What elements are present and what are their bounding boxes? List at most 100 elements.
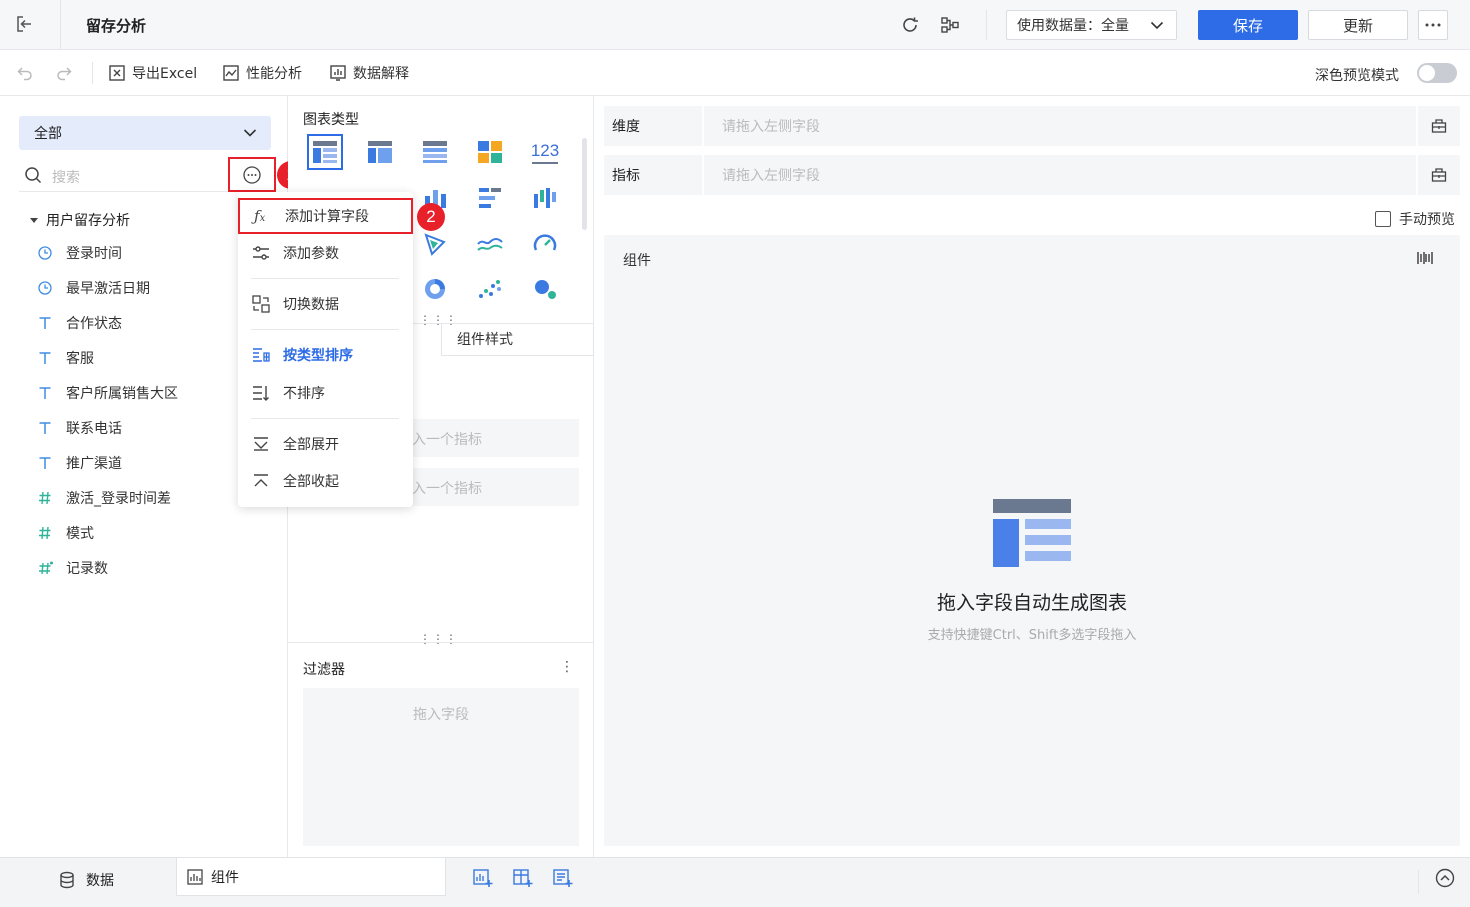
resize-handle[interactable]: ⋮⋮⋮ bbox=[419, 632, 458, 646]
field-label: 模式 bbox=[66, 525, 94, 542]
metric-settings-icon[interactable] bbox=[1418, 167, 1460, 183]
menu-item-label: 按类型排序 bbox=[283, 348, 353, 364]
dimension-row: 维度 请拖入左侧字段 bbox=[604, 106, 1460, 146]
dashboard-card-icon bbox=[478, 141, 502, 163]
field-more-button[interactable] bbox=[228, 157, 276, 192]
text-type-icon bbox=[38, 456, 52, 470]
number-type-icon bbox=[38, 491, 52, 505]
record-count-icon bbox=[38, 561, 53, 575]
dataset-select[interactable]: 全部 bbox=[19, 116, 271, 150]
collapse-up-icon[interactable] bbox=[1435, 868, 1455, 888]
menu-item-switch-data[interactable]: 切换数据 bbox=[238, 286, 413, 322]
chart-type-dashboard[interactable] bbox=[472, 134, 508, 170]
more-dots-icon bbox=[1425, 23, 1441, 27]
menu-item-label: 不排序 bbox=[283, 386, 325, 402]
chart-type-gauge[interactable] bbox=[527, 226, 563, 262]
chart-type-radar[interactable] bbox=[417, 226, 453, 262]
chart-type-waterfall[interactable] bbox=[527, 180, 563, 216]
redo-icon[interactable] bbox=[55, 64, 73, 82]
field-label: 合作状态 bbox=[66, 315, 122, 332]
chart-type-horizontal-bar[interactable] bbox=[472, 180, 508, 216]
export-excel-label: 导出Excel bbox=[132, 66, 198, 82]
dimension-settings-icon[interactable] bbox=[1418, 118, 1460, 134]
metric-drop-zone[interactable]: 请拖入左侧字段 bbox=[704, 165, 1416, 185]
tab-component[interactable]: 组件 bbox=[176, 858, 446, 896]
barcode-icon[interactable] bbox=[1416, 249, 1434, 267]
chart-type-cross-table[interactable] bbox=[417, 134, 453, 170]
number-chart-underline bbox=[532, 161, 558, 164]
update-button[interactable]: 更新 bbox=[1308, 10, 1408, 40]
divider bbox=[288, 642, 594, 643]
field-group-header[interactable]: 用户留存分析 bbox=[30, 210, 130, 230]
chart-type-detail-table[interactable] bbox=[307, 134, 343, 170]
add-component-icon[interactable] bbox=[473, 868, 493, 888]
filter-more-icon[interactable]: ⋮ bbox=[560, 659, 574, 675]
data-explain-button[interactable]: 数据解释 bbox=[329, 63, 409, 83]
excel-icon bbox=[109, 65, 125, 81]
number-type-icon bbox=[38, 526, 52, 540]
database-icon bbox=[60, 871, 74, 889]
field-options-menu: ƒx 添加计算字段 添加参数 切换数据 按类型排序 不排序 全部展开 全部收起 bbox=[238, 192, 413, 507]
search-input[interactable]: 搜索 bbox=[52, 167, 80, 187]
dark-preview-label: 深色预览模式 bbox=[1315, 68, 1399, 84]
filter-label: 过滤器 bbox=[303, 662, 345, 678]
chart-type-scatter[interactable] bbox=[472, 271, 508, 307]
add-cross-table-icon[interactable] bbox=[513, 868, 533, 888]
dataset-select-label: 全部 bbox=[34, 126, 62, 142]
table-chart-icon bbox=[313, 141, 337, 163]
menu-item-sort-by-type[interactable]: 按类型排序 bbox=[238, 337, 413, 373]
lineage-icon[interactable] bbox=[939, 14, 961, 36]
field-item[interactable]: 模式 bbox=[0, 515, 288, 550]
chart-type-number[interactable]: 123 bbox=[527, 134, 563, 170]
tab-data-label: 数据 bbox=[86, 873, 114, 889]
data-explain-label: 数据解释 bbox=[353, 66, 409, 82]
text-type-icon bbox=[38, 386, 52, 400]
more-options-button[interactable] bbox=[1418, 10, 1448, 40]
chart-type-bubble[interactable] bbox=[527, 271, 563, 307]
tab-component-style[interactable]: 组件样式 bbox=[441, 323, 594, 356]
table-placeholder-icon bbox=[993, 499, 1071, 567]
undo-icon[interactable] bbox=[16, 64, 34, 82]
clock-icon bbox=[38, 245, 52, 260]
chart-type-group-table[interactable] bbox=[362, 134, 398, 170]
chart-type-pie[interactable] bbox=[417, 271, 453, 307]
expand-all-icon bbox=[254, 437, 268, 451]
exit-icon[interactable] bbox=[14, 14, 34, 34]
save-button[interactable]: 保存 bbox=[1198, 10, 1298, 40]
field-group-label: 用户留存分析 bbox=[46, 213, 130, 229]
export-excel-button[interactable]: 导出Excel bbox=[108, 63, 197, 83]
menu-item-add-calculated-field[interactable]: ƒx 添加计算字段 bbox=[238, 198, 413, 234]
collapse-all-icon bbox=[254, 474, 268, 487]
gauge-icon bbox=[533, 234, 557, 251]
tab-data[interactable]: 数据 bbox=[58, 870, 114, 890]
performance-analysis-button[interactable]: 性能分析 bbox=[222, 63, 302, 83]
field-item[interactable]: 记录数 bbox=[0, 550, 288, 585]
dimension-drop-zone[interactable]: 请拖入左侧字段 bbox=[704, 116, 1416, 136]
data-volume-select[interactable]: 使用数据量：全量 bbox=[1006, 10, 1177, 40]
dark-preview-toggle[interactable] bbox=[1417, 63, 1457, 83]
filter-placeholder: 拖入字段 bbox=[413, 707, 469, 723]
metric-drop-hint: 入一个指标 bbox=[412, 481, 482, 497]
add-table-icon[interactable] bbox=[553, 868, 573, 888]
empty-state-title: 拖入字段自动生成图表 bbox=[936, 592, 1127, 614]
menu-item-no-sort[interactable]: 不排序 bbox=[238, 375, 413, 411]
number-chart-label: 123 bbox=[530, 140, 560, 160]
clock-icon bbox=[38, 280, 52, 295]
field-label: 最早激活日期 bbox=[66, 280, 150, 297]
area-chart-icon bbox=[477, 238, 503, 251]
manual-preview-checkbox[interactable]: 手动预览 bbox=[1375, 209, 1455, 229]
filter-drop-zone[interactable]: 拖入字段 bbox=[303, 688, 579, 846]
menu-item-label: 添加计算字段 bbox=[285, 209, 369, 225]
menu-item-expand-all[interactable]: 全部展开 bbox=[238, 426, 413, 462]
refresh-icon[interactable] bbox=[899, 14, 921, 36]
empty-state-subtitle: 支持快捷键Ctrl、Shift多选字段拖入 bbox=[927, 628, 1137, 643]
menu-item-collapse-all[interactable]: 全部收起 bbox=[238, 463, 413, 499]
scrollbar[interactable] bbox=[582, 138, 587, 230]
field-label: 客服 bbox=[66, 350, 94, 367]
chart-type-area[interactable] bbox=[472, 226, 508, 262]
toolbar: 导出Excel 性能分析 数据解释 深色预览模式 bbox=[0, 50, 1470, 96]
cross-table-icon bbox=[423, 141, 447, 163]
waterfall-icon bbox=[534, 188, 556, 208]
toggle-knob bbox=[1419, 65, 1435, 81]
menu-item-add-parameter[interactable]: 添加参数 bbox=[238, 235, 413, 271]
